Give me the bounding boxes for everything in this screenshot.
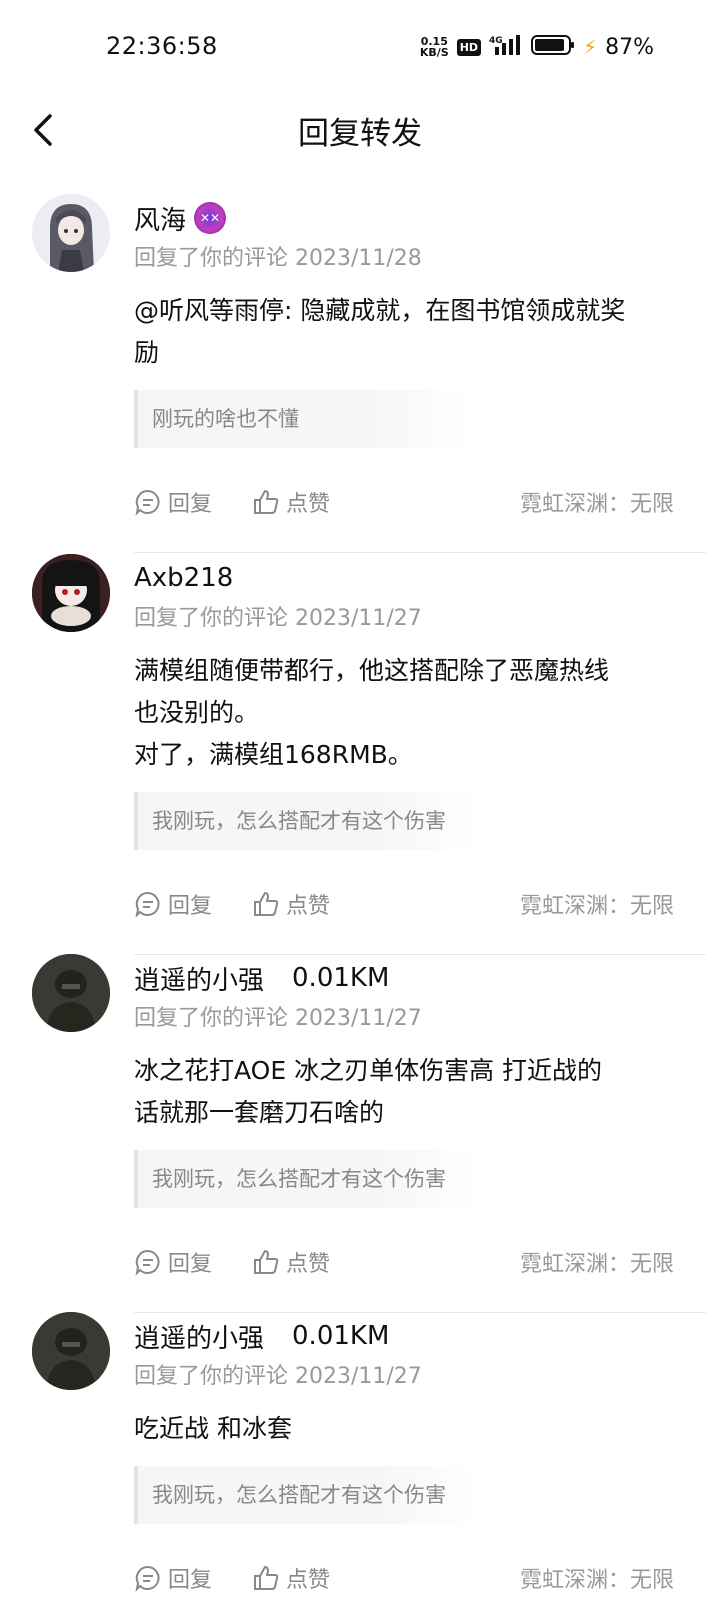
page-title: 回复转发 [298,116,422,152]
distance: 0.01KM [292,963,390,993]
game-source[interactable]: 霓虹深渊：无限 [520,888,674,920]
game-source[interactable]: 霓虹深渊：无限 [520,486,674,518]
list-item: 逍遥的小强 0.01KM 回复了你的评论 2023/11/27 吃近战 和冰套 … [0,1308,720,1608]
quoted-comment[interactable]: 我刚玩，怎么搭配才有这个伤害 [134,1150,482,1208]
action-bar: 回复 点赞 霓虹深渊：无限 [134,1230,706,1294]
list-item: Axb218 回复了你的评论 2023/11/27 满模组随便带都行，他这搭配除… [0,550,720,955]
status-bar: 22:36:58 0.15 KB/S HD 4G ⚡ 87% [0,0,720,92]
quoted-comment[interactable]: 我刚玩，怎么搭配才有这个伤害 [134,792,482,850]
reply-label: 回复 [168,894,213,919]
like-button[interactable]: 点赞 [252,888,330,920]
game-source[interactable]: 霓虹深渊：无限 [520,1562,674,1594]
thumbs-up-icon [254,490,279,514]
user-name[interactable]: 逍遥的小强 [134,960,264,997]
hd-icon: HD [456,38,482,56]
speed-unit: KB/S [419,46,449,59]
comment-icon [135,1565,160,1592]
avatar[interactable] [32,194,110,272]
avatar[interactable] [32,554,110,632]
reply-text[interactable]: 吃近战 和冰套 [134,1408,706,1450]
list-item: 风海 ✕✕ 回复了你的评论 2023/11/28 @听风等雨停: 隐藏成就，在图… [0,190,720,553]
user-name[interactable]: 风海 [134,200,186,237]
comment-icon [135,489,160,516]
quoted-comment[interactable]: 我刚玩，怎么搭配才有这个伤害 [134,1466,482,1524]
like-button[interactable]: 点赞 [252,1246,330,1278]
network-speed: 0.15 KB/S [420,36,449,58]
like-button[interactable]: 点赞 [252,1562,330,1594]
avatar[interactable] [32,954,110,1032]
svg-text:4G: 4G [489,36,503,46]
like-label: 点赞 [286,1568,331,1593]
battery-percent: 87% [605,34,654,60]
thumbs-up-icon [254,892,279,916]
charging-icon: ⚡ [583,35,598,59]
header: 回复转发 [0,92,720,168]
action-bar: 回复 点赞 霓虹深渊：无限 [134,872,706,936]
vip-badge-icon: ✕✕ [194,202,227,234]
reply-button[interactable]: 回复 [134,888,212,920]
like-label: 点赞 [286,894,331,919]
reply-text[interactable]: @听风等雨停: 隐藏成就，在图书馆领成就奖 励 [134,290,706,374]
reply-button[interactable]: 回复 [134,1562,212,1594]
user-name[interactable]: Axb218 [134,563,233,593]
quoted-comment[interactable]: 刚玩的啥也不懂 [134,390,472,448]
reply-button[interactable]: 回复 [134,486,212,518]
status-icons: 0.15 KB/S HD 4G ⚡ 87% [420,31,654,63]
thumbs-up-icon [254,1250,279,1274]
like-label: 点赞 [286,492,331,517]
reply-label: 回复 [168,1568,213,1593]
reply-label: 回复 [168,1252,213,1277]
avatar[interactable] [32,1312,110,1390]
like-button[interactable]: 点赞 [252,486,330,518]
reply-label: 回复 [168,492,213,517]
action-bar: 回复 点赞 霓虹深渊：无限 [134,470,706,534]
reply-list: 风海 ✕✕ 回复了你的评论 2023/11/28 @听风等雨停: 隐藏成就，在图… [0,190,720,1608]
comment-icon [135,891,160,918]
reply-text[interactable]: 冰之花打AOE 冰之刃单体伤害高 打近战的 话就那一套磨刀石啥的 [134,1050,706,1134]
distance: 0.01KM [292,1321,390,1351]
user-name[interactable]: 逍遥的小强 [134,1318,264,1355]
comment-icon [135,1249,160,1276]
reply-meta: 回复了你的评论 2023/11/27 [134,1364,422,1389]
reply-meta: 回复了你的评论 2023/11/28 [134,246,422,271]
list-item: 逍遥的小强 0.01KM 回复了你的评论 2023/11/27 冰之花打AOE … [0,950,720,1313]
reply-meta: 回复了你的评论 2023/11/27 [134,606,422,631]
reply-text[interactable]: 满模组随便带都行，他这搭配除了恶魔热线 也没别的。 对了，满模组168RMB。 [134,650,706,776]
action-bar: 回复 点赞 霓虹深渊：无限 [134,1546,706,1610]
battery-icon [531,34,575,60]
signal-icon: 4G [489,33,523,61]
like-label: 点赞 [286,1252,331,1277]
thumbs-up-icon [254,1566,279,1590]
game-source[interactable]: 霓虹深渊：无限 [520,1246,674,1278]
reply-button[interactable]: 回复 [134,1246,212,1278]
status-time: 22:36:58 [106,32,218,60]
reply-meta: 回复了你的评论 2023/11/27 [134,1006,422,1031]
